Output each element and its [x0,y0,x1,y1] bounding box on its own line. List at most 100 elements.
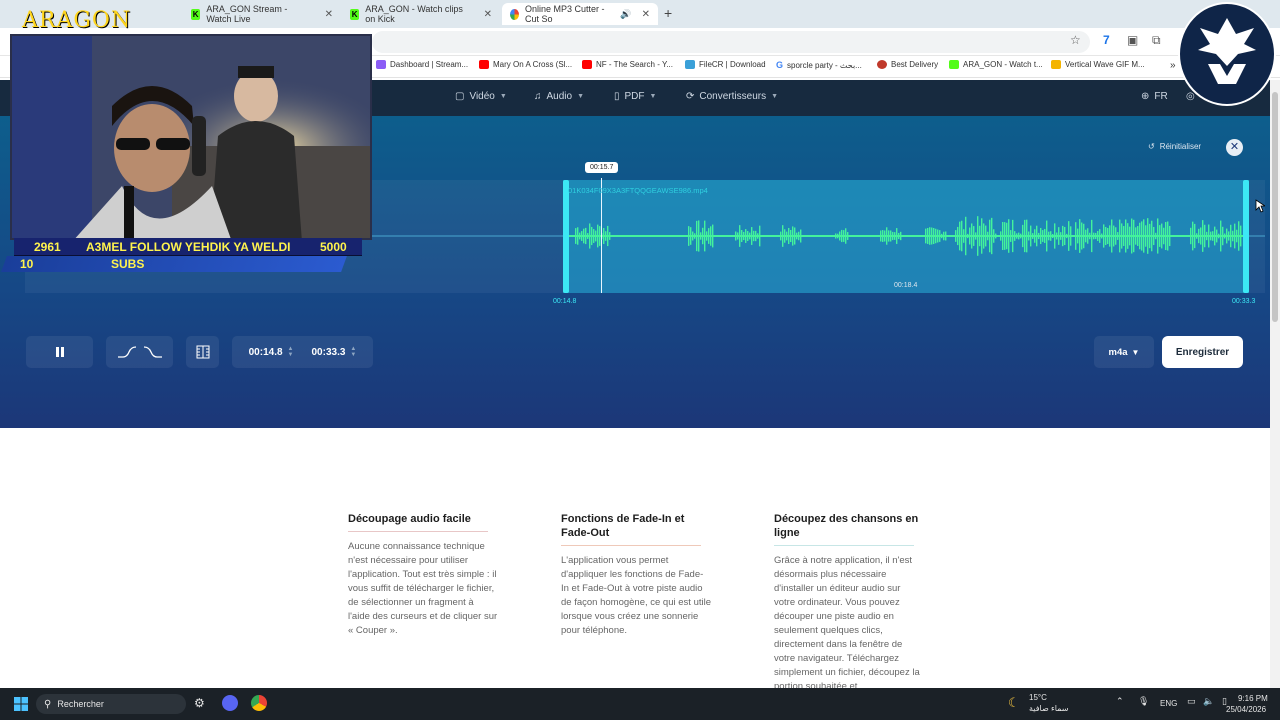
sl-icon [376,60,386,69]
extension-icon[interactable]: 7 [1103,33,1110,47]
waveform-sample [1030,225,1032,247]
fade-in-icon[interactable] [117,346,137,358]
end-handle[interactable] [1243,180,1249,293]
waveform-sample [1155,232,1157,240]
waveform-sample [973,226,975,246]
pause-button[interactable] [26,336,93,368]
nav-label: Convertisseurs [699,91,767,102]
bookmark-mary[interactable]: Mary On A Cross (Sl... [479,60,572,69]
waveform-sample [1167,221,1169,251]
waveform-sample [788,227,790,245]
waveform-sample [1214,226,1216,246]
scrollbar-thumb[interactable] [1272,92,1278,322]
end-time-label: 00:33.3 [1232,298,1256,305]
save-button[interactable]: Enregistrer [1162,336,1243,368]
waveform-sample [784,229,786,243]
windows-start-icon[interactable] [14,697,28,711]
waveform-sample [963,229,965,243]
nav-converters[interactable]: ⟳ Convertisseurs ▼ [686,91,778,102]
chrome-icon[interactable] [251,695,267,711]
close-tab-icon[interactable]: ✕ [642,9,650,20]
waveform-sample [1000,231,1002,241]
waveform-sample [943,231,945,241]
bookmark-delivery[interactable]: Best Delivery [877,60,938,69]
playhead[interactable] [601,178,602,293]
discord-icon[interactable] [222,695,238,711]
file-name: 01K034F09X3A3FTQQGEAWSE986.mp4 [568,186,708,195]
bookmark-nf[interactable]: NF - The Search - Y... [582,60,673,69]
waveform-sample [1117,232,1119,240]
bookmark-dashboard[interactable]: Dashboard | Stream... [376,60,468,69]
bookmark-label: Mary On A Cross (Sl... [493,60,573,69]
language-switch[interactable]: ⊕ FR [1141,91,1168,102]
tab-mp3-cutter[interactable]: Online MP3 Cutter - Cut So 🔊 ✕ [502,3,658,25]
extensions-icon[interactable]: ⧉ [1152,33,1161,48]
bookmark-wave[interactable]: Vertical Wave GIF M... [1051,60,1145,69]
bookmarks-more[interactable]: » [1170,60,1176,71]
waveform-sample [577,227,579,245]
settings-icon[interactable]: ⚙ [194,696,205,710]
waveform-sample [1083,223,1085,249]
speaker-icon[interactable]: 🔊 [620,9,631,20]
nav-pdf[interactable]: ▯ PDF ▼ [614,91,656,102]
inverse-select-button[interactable] [186,336,219,368]
star-icon[interactable]: ☆ [1070,33,1081,47]
close-tab-icon[interactable]: ✕ [325,9,333,20]
waveform-sample [993,229,995,243]
input-language[interactable]: ENG [1160,699,1177,708]
waveform-sample [1202,220,1204,252]
feature-title: Fonctions de Fade-In et Fade-Out [561,513,685,539]
waveform-sample [1066,233,1068,239]
waveform-sample [1038,232,1040,240]
microphone-icon[interactable]: 🎙 [1138,696,1149,707]
network-icon[interactable]: ▭ [1187,696,1196,707]
waveform-sample [882,230,884,242]
screenshot-icon[interactable]: ▣ [1127,33,1138,47]
bookmark-sporcle[interactable]: Gsporcle party - بحث... [776,60,862,70]
format-select[interactable]: m4a ▼ [1094,336,1154,368]
feature-title: Découpage audio facile [348,513,471,525]
bookmark-filecr[interactable]: FileCR | Download [685,60,766,69]
start-time-stepper[interactable]: ▲ ▼ [288,346,294,358]
start-handle[interactable] [563,180,569,293]
end-time-stepper[interactable]: ▲ ▼ [350,346,356,358]
reset-button[interactable]: ↺ Réinitialiser [1148,142,1201,151]
clock-date[interactable]: 25/04/2026 [1226,705,1266,714]
waveform-sample [1024,219,1026,253]
waveform-sample [753,230,755,242]
clock-time[interactable]: 9:16 PM [1238,694,1268,703]
close-file-button[interactable]: ✕ [1226,139,1243,156]
bookmark-label: Best Delivery [891,60,939,69]
waveform-sample [712,224,714,248]
volume-icon[interactable]: 🔈 [1203,696,1214,707]
bookmark-label: ARA_GON - Watch t... [963,60,1043,69]
nav-audio[interactable]: ♫ Audio ▼ [534,91,584,102]
address-bar[interactable] [372,31,1090,53]
waveform-sample [1060,232,1062,240]
waveform-sample [1093,232,1095,240]
waveform-sample [1089,232,1091,240]
close-tab-icon[interactable]: ✕ [484,9,492,20]
waveform-sample [607,225,609,247]
page-scrollbar[interactable] [1270,80,1280,688]
music-icon: ♫ [534,91,542,102]
chevron-down-icon: ▼ [577,93,585,100]
tab-aragon-clips[interactable]: K ARA_GON - Watch clips on Kick ✕ [342,3,500,25]
waveform-sample [1010,230,1012,242]
taskbar-search[interactable]: ⚲ Rechercher [36,694,186,714]
waveform-sample [688,226,690,246]
tray-chevron-icon[interactable]: ⌃ [1116,696,1124,707]
tab-aragon-stream[interactable]: K ARA_GON Stream - Watch Live ✕ [183,3,341,25]
nav-video[interactable]: ▢ Vidéo ▼ [455,91,507,102]
waveform-sample [995,233,997,239]
new-tab-button[interactable]: + [664,5,672,21]
channel-logo [1178,2,1276,106]
end-time-field[interactable]: 00:33.3 ▲ ▼ [312,346,357,358]
start-time-field[interactable]: 00:14.8 ▲ ▼ [249,346,294,358]
bookmark-aragon[interactable]: ARA_GON - Watch t... [949,60,1043,69]
weather-desc: سماء صافية [1029,704,1069,713]
waveform-sample [1198,228,1200,244]
follow-goal-text: A3MEL FOLLOW YEHDIK YA WELDI [86,240,291,254]
fade-out-icon[interactable] [143,346,163,358]
feature-underline [774,545,914,546]
